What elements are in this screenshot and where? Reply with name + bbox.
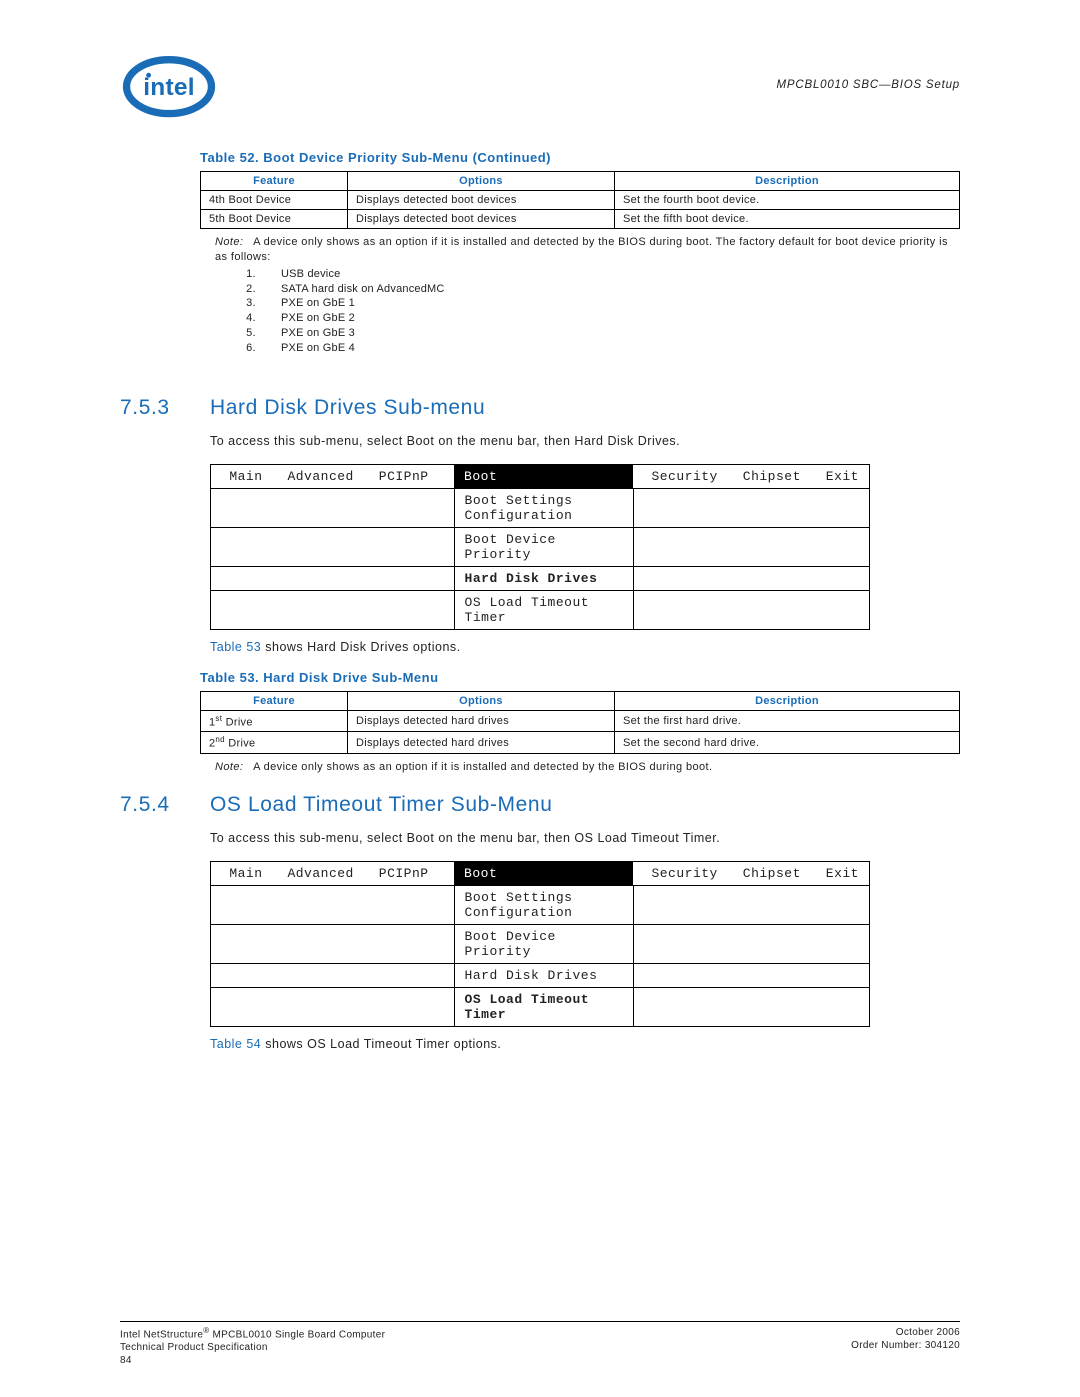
footer-date: October 2006 (896, 1327, 960, 1338)
cell: Displays detected boot devices (348, 210, 615, 229)
table52-caption: Table 52. Boot Device Priority Sub-Menu … (200, 150, 960, 165)
cell: Set the second hard drive. (615, 732, 960, 754)
menu-tab-boot: Boot (454, 464, 633, 488)
header-doc-title: MPCBL0010 SBC—BIOS Setup (777, 79, 960, 91)
cell: Set the fourth boot device. (615, 191, 960, 210)
menu-tab: Security Chipset Exit (633, 464, 869, 488)
menu-item: Hard Disk Drives (454, 963, 633, 987)
menu-tab: Main Advanced PCIPnP (211, 464, 455, 488)
table53-intro: Table 53 shows Hard Disk Drives options. (210, 640, 960, 654)
bios-menu-753: Main Advanced PCIPnP Boot Security Chips… (210, 464, 870, 630)
footer-order-number: Order Number: 304120 (851, 1340, 960, 1351)
cell: Displays detected hard drives (348, 710, 615, 732)
table-ref-link: Table 54 (210, 1037, 261, 1051)
bios-menu-754: Main Advanced PCIPnP Boot Security Chips… (210, 861, 870, 1027)
table53-note: Note: A device only shows as an option i… (215, 760, 960, 775)
menu-item: Boot Device Priority (454, 527, 633, 566)
cell: Set the first hard drive. (615, 710, 960, 732)
table52-note: Note: A device only shows as an option i… (215, 235, 960, 356)
table-row: 2nd Drive Displays detected hard drives … (201, 732, 960, 754)
svg-text:intel: intel (143, 74, 195, 101)
section-title: Hard Disk Drives Sub-menu (210, 396, 485, 419)
list-item: PXE on GbE 4 (259, 341, 960, 356)
footer-text: Intel NetStructure (120, 1329, 203, 1340)
table-ref-link: Table 53 (210, 640, 261, 654)
page-number: 84 (120, 1355, 132, 1366)
table-row: 1st Drive Displays detected hard drives … (201, 710, 960, 732)
section-7-5-3-heading: 7.5.3Hard Disk Drives Sub-menu (120, 396, 960, 420)
section-title: OS Load Timeout Timer Sub-Menu (210, 793, 553, 816)
cell: Set the fifth boot device. (615, 210, 960, 229)
menu-item-selected: Hard Disk Drives (454, 566, 633, 590)
note-label: Note: (215, 236, 243, 248)
list-item: USB device (259, 267, 960, 282)
text: shows OS Load Timeout Timer options. (261, 1037, 501, 1051)
section-number: 7.5.3 (120, 396, 210, 420)
table-row: 5th Boot Device Displays detected boot d… (201, 210, 960, 229)
note-text: A device only shows as an option if it i… (253, 761, 712, 773)
cell: Displays detected boot devices (348, 191, 615, 210)
list-item: PXE on GbE 2 (259, 311, 960, 326)
table52-h-options: Options (348, 172, 615, 191)
menu-tab-boot: Boot (454, 861, 633, 885)
page-footer: Intel NetStructure® MPCBL0010 Single Boa… (120, 1321, 960, 1367)
list-item: PXE on GbE 3 (259, 326, 960, 341)
cell: Displays detected hard drives (348, 732, 615, 754)
cell: 2nd Drive (201, 732, 348, 754)
note-label: Note: (215, 761, 243, 773)
text: shows Hard Disk Drives options. (261, 640, 460, 654)
menu-item: Boot Settings Configuration (454, 488, 633, 527)
list-item: PXE on GbE 1 (259, 296, 960, 311)
table53: Feature Options Description 1st Drive Di… (200, 691, 960, 754)
table52-h-desc: Description (615, 172, 960, 191)
menu-tab: Security Chipset Exit (633, 861, 869, 885)
menu-item: Boot Device Priority (454, 924, 633, 963)
footer-text: MPCBL0010 Single Board Computer (209, 1329, 385, 1340)
cell: 1st Drive (201, 710, 348, 732)
table54-intro: Table 54 shows OS Load Timeout Timer opt… (210, 1037, 960, 1051)
section-7-5-4-heading: 7.5.4OS Load Timeout Timer Sub-Menu (120, 793, 960, 817)
table52: Feature Options Description 4th Boot Dev… (200, 171, 960, 229)
footer-text: Technical Product Specification (120, 1342, 268, 1353)
table-row: 4th Boot Device Displays detected boot d… (201, 191, 960, 210)
table53-h-options: Options (348, 691, 615, 710)
menu-item-selected: OS Load Timeout Timer (454, 987, 633, 1026)
table53-h-desc: Description (615, 691, 960, 710)
menu-tab: Main Advanced PCIPnP (211, 861, 455, 885)
menu-item: Boot Settings Configuration (454, 885, 633, 924)
table52-h-feature: Feature (201, 172, 348, 191)
intel-logo-icon: intel (120, 50, 218, 120)
list-item: SATA hard disk on AdvancedMC (259, 282, 960, 297)
cell: 5th Boot Device (201, 210, 348, 229)
section-7-5-3-desc: To access this sub-menu, select Boot on … (210, 434, 960, 448)
section-number: 7.5.4 (120, 793, 210, 817)
menu-item: OS Load Timeout Timer (454, 590, 633, 629)
section-7-5-4-desc: To access this sub-menu, select Boot on … (210, 831, 960, 845)
cell: 4th Boot Device (201, 191, 348, 210)
table53-h-feature: Feature (201, 691, 348, 710)
table53-caption: Table 53. Hard Disk Drive Sub-Menu (200, 670, 960, 685)
note-text: A device only shows as an option if it i… (215, 236, 948, 263)
